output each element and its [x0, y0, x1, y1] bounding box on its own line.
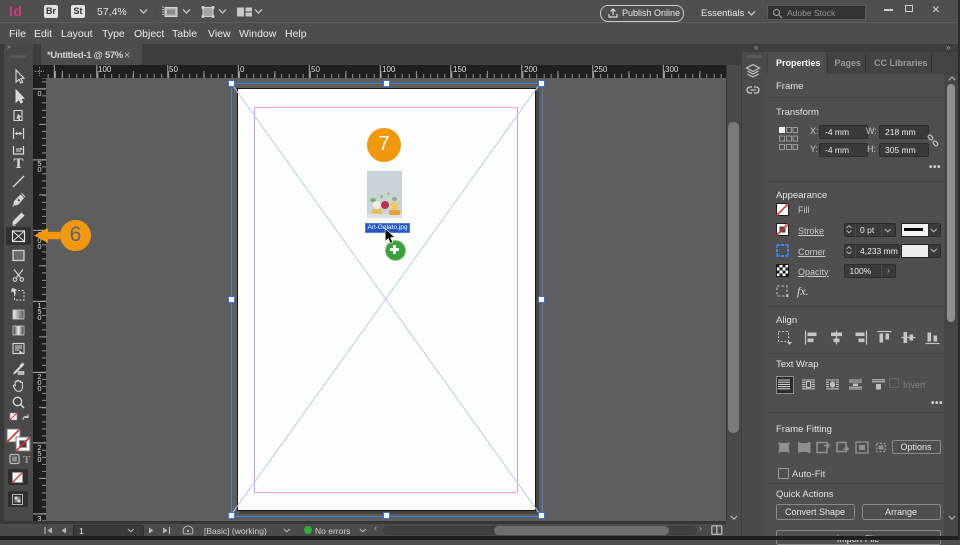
svg-text:T: T	[23, 454, 31, 465]
